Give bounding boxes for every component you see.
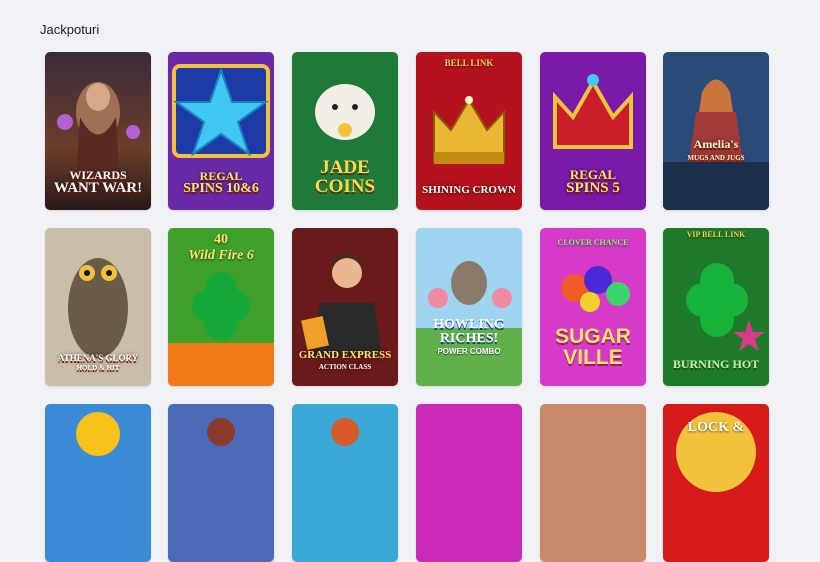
game-title-line2: HOLD & HIT bbox=[76, 364, 120, 372]
game-art bbox=[416, 404, 522, 562]
game-title-line1: SHINING CROWN bbox=[422, 184, 516, 196]
game-tile-wizards-want-war[interactable]: WIZARDS WANT WAR! bbox=[45, 52, 151, 210]
game-title-line2: VILLE bbox=[563, 346, 623, 369]
game-art bbox=[540, 404, 646, 562]
game-tile-regal-spins-5[interactable]: REGAL SPINS 5 bbox=[540, 52, 646, 210]
game-tile[interactable] bbox=[540, 404, 646, 562]
game-tile-shining-crown[interactable]: BELL LINK SHINING CROWN bbox=[416, 52, 522, 210]
game-tile[interactable] bbox=[168, 404, 274, 562]
game-title-line2: COINS bbox=[314, 176, 376, 197]
game-title-line2: Wild Fire 6 bbox=[188, 248, 254, 263]
game-tile-howling-riches[interactable]: HOWLING RICHES! POWER COMBO bbox=[416, 228, 522, 386]
game-art bbox=[663, 52, 769, 210]
game-title-line1: JADE bbox=[320, 157, 370, 178]
game-art bbox=[168, 404, 274, 562]
game-tile-grand-express[interactable]: GRAND EXPRESS ACTION CLASS bbox=[292, 228, 398, 386]
game-title-line2: ACTION CLASS bbox=[318, 363, 372, 371]
game-tile-burning-hot[interactable]: VIP BELL LINK BURNING HOT bbox=[663, 228, 769, 386]
game-art bbox=[292, 404, 398, 562]
game-title-line1: Amelia's bbox=[693, 137, 739, 151]
game-tile[interactable] bbox=[292, 404, 398, 562]
game-tile[interactable]: LOCK & bbox=[663, 404, 769, 562]
game-badge: CLOVER CHANCE bbox=[557, 238, 629, 247]
game-title-line2: SPINS 10&6 bbox=[183, 181, 259, 196]
game-title-line1: BURNING HOT bbox=[672, 357, 760, 371]
game-tile-athenas-glory[interactable]: ATHENA'S GLORY HOLD & HIT bbox=[45, 228, 151, 386]
game-tile[interactable] bbox=[45, 404, 151, 562]
game-tile-40-wild-fire-6[interactable]: 40 Wild Fire 6 bbox=[168, 228, 274, 386]
game-title-line2: MUGS AND JUGS bbox=[687, 154, 745, 162]
game-title-line1: ATHENA'S GLORY bbox=[57, 353, 139, 363]
game-title-line2: SPINS 5 bbox=[566, 180, 620, 196]
game-tile-amelias-mugs-and-jugs[interactable]: Amelia's MUGS AND JUGS bbox=[663, 52, 769, 210]
game-title-line2: WANT WAR! bbox=[53, 180, 143, 196]
section-title: Jackpoturi bbox=[40, 22, 100, 37]
game-tile[interactable] bbox=[416, 404, 522, 562]
game-tile-sugar-ville[interactable]: CLOVER CHANCE SUGAR VILLE bbox=[540, 228, 646, 386]
game-title-line2: RICHES! bbox=[439, 331, 499, 346]
game-title-line1: HOWLING bbox=[433, 317, 505, 332]
game-art bbox=[45, 404, 151, 562]
game-title-line1: GRAND EXPRESS bbox=[298, 349, 392, 361]
game-tile-regal-spins-10-6[interactable]: REGAL SPINS 10&6 bbox=[168, 52, 274, 210]
game-badge: BELL LINK bbox=[444, 58, 494, 68]
game-title-line1: SUGAR bbox=[555, 325, 631, 348]
game-title-line1: 40 bbox=[214, 232, 228, 247]
game-title-line1: LOCK & bbox=[687, 420, 745, 435]
game-tile-jade-coins[interactable]: JADE COINS bbox=[292, 52, 398, 210]
game-subtitle: POWER COMBO bbox=[437, 347, 501, 356]
game-art bbox=[416, 228, 522, 386]
game-badge: VIP BELL LINK bbox=[686, 230, 746, 239]
